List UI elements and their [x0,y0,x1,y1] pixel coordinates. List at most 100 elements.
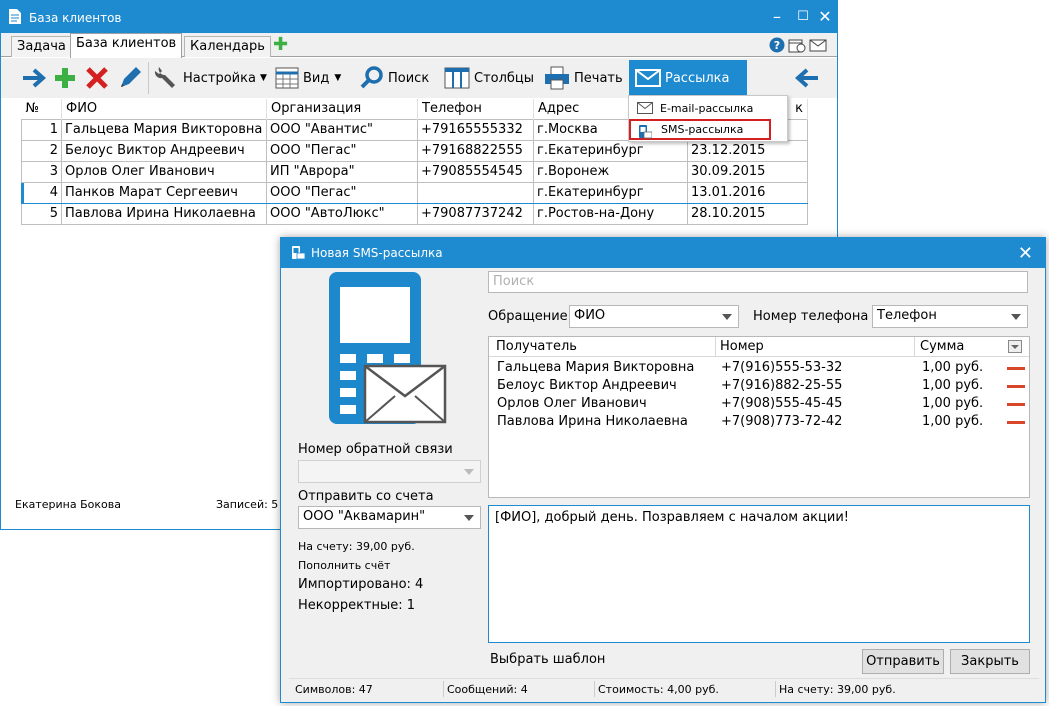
column-header[interactable]: Телефон [417,99,534,119]
mail-icon[interactable] [809,37,827,53]
list-item[interactable]: Гальцева Мария Викторовна +7(916)555-53-… [489,360,1029,378]
phone-number-label: Номер телефона [753,309,869,324]
cell-phone: +79085554545 [417,160,534,183]
settings-button[interactable]: Настройка ▼ [153,60,267,96]
delete-x-icon [86,67,108,89]
cell-address: г.Ростов-на-Дону [533,202,688,225]
columns-label: Столбцы [474,70,535,86]
send-from-value: ООО "Аквамарин" [303,509,426,524]
remove-icon[interactable] [1007,421,1025,424]
table-row-selected[interactable]: 4 Панков Марат Сергеевич ООО "Пегас" г.Е… [21,181,808,204]
column-header[interactable]: ФИО [61,99,267,119]
search-label: Поиск [388,70,430,86]
search-input[interactable]: Поиск [488,271,1028,293]
calendar-clock-icon[interactable] [788,37,806,53]
tab-calendar[interactable]: Календарь [184,36,271,57]
recipient-name: Гальцева Мария Викторовна [497,360,695,375]
remove-icon[interactable] [1007,385,1025,388]
table-row[interactable]: 5 Павлова Ирина Николаевна ООО "АвтоЛюкс… [21,202,808,225]
cell-date: 28.10.2015 [687,202,808,225]
salutation-select[interactable]: ФИО [569,305,739,328]
table-row[interactable]: 3 Орлов Олег Иванович ИП "Аврора" +79085… [21,160,808,183]
recipient-number: +7(916)882-25-55 [721,378,843,393]
arrow-left-icon [794,68,818,88]
edit-button[interactable] [117,60,147,96]
sms-phone-icon [292,246,305,260]
sms-mailing-dialog: Новая SMS-рассылка ✕ Номер обратной связ… [280,237,1046,703]
main-titlebar: База клиентов – ☐ ✕ [1,1,837,33]
send-button[interactable]: Отправить [862,649,944,674]
close-icon[interactable]: ✕ [813,6,837,28]
dialog-title: Новая SMS-рассылка [311,246,443,260]
list-item[interactable]: Орлов Олег Иванович +7(908)555-45-45 1,0… [489,396,1029,414]
toolbar-separator [148,62,149,94]
remove-icon[interactable] [1007,403,1025,406]
envelope-icon [637,102,653,114]
mailing-button[interactable]: Рассылка [629,60,747,96]
recipient-number: +7(908)773-72-42 [721,414,843,429]
maximize-icon[interactable]: ☐ [791,6,815,28]
columns-button[interactable]: Столбцы [444,60,534,96]
remove-icon[interactable] [1007,367,1025,370]
plus-icon [55,68,75,88]
grid-view-icon [275,67,299,89]
status-records: Записей: 5 [216,498,279,511]
recipient-sum: 1,00 руб. [922,414,984,429]
add-tab-icon[interactable]: ✚ [273,35,288,55]
send-from-select[interactable]: ООО "Аквамарин" [298,506,481,529]
tab-task[interactable]: Задача [11,36,72,57]
row-selection-marker [21,183,24,203]
forward-button[interactable] [21,60,51,96]
menu-item-sms[interactable]: SMS-рассылка [629,119,771,140]
search-button[interactable]: Поиск [360,60,429,96]
minimize-icon[interactable]: – [765,6,789,28]
tab-clients[interactable]: База клиентов [70,33,183,58]
printer-icon [545,66,569,90]
cell-address: г.Воронеж [533,160,688,183]
column-chooser-icon[interactable] [1008,340,1022,353]
arrow-right-icon [23,68,47,88]
imported-count: Импортировано: 4 [298,577,424,592]
column-header-sum[interactable]: Сумма [920,339,964,354]
close-button[interactable]: Закрыть [950,649,1030,674]
recipient-name: Белоус Виктор Андреевич [497,378,677,393]
phone-column-select[interactable]: Телефон [872,305,1028,328]
callback-number-select[interactable] [298,460,481,483]
cell-number: 2 [21,139,62,162]
view-button[interactable]: Вид ▼ [275,60,341,96]
recipient-name: Орлов Олег Иванович [497,396,647,411]
list-item[interactable]: Белоус Виктор Андреевич +7(916)882-25-55… [489,378,1029,396]
chevron-down-icon [1011,314,1021,320]
cell-phone: +79087737242 [417,202,534,225]
list-item[interactable]: Павлова Ирина Николаевна +7(908)773-72-4… [489,414,1029,432]
cell-date: 30.09.2015 [687,160,808,183]
column-header[interactable]: № [21,99,62,119]
close-icon[interactable]: ✕ [1018,243,1033,264]
cell-fio: Орлов Олег Иванович [61,160,267,183]
phone-envelope-icon [329,272,447,424]
delete-button[interactable] [85,60,113,96]
status-chars: Символов: 47 [295,683,373,696]
help-icon[interactable]: ? [769,37,785,53]
menu-item-email[interactable]: E-mail-рассылка [630,98,786,119]
callback-label: Номер обратной связи [298,442,453,457]
status-divider [443,681,444,697]
print-button[interactable]: Печать [544,60,623,96]
recipient-sum: 1,00 руб. [922,396,984,411]
table-row[interactable]: 2 Белоус Виктор Андреевич ООО "Пегас" +7… [21,139,808,162]
pencil-icon [121,67,141,87]
back-button[interactable] [794,60,824,96]
cell-number: 4 [21,181,62,204]
chevron-down-icon [722,314,732,320]
choose-template-link[interactable]: Выбрать шаблон [490,652,605,667]
cell-date: 23.12.2015 [687,139,808,162]
column-header-recipient[interactable]: Получатель [496,339,577,354]
column-header[interactable]: Организация [266,99,418,119]
add-button[interactable] [53,60,81,96]
column-header-number[interactable]: Номер [720,339,764,354]
message-textarea[interactable]: [ФИО], добрый день. Позравляем с началом… [488,505,1030,643]
cell-date: 13.01.2016 [687,181,808,204]
cell-fio: Панков Марат Сергеевич [61,181,267,204]
topup-link[interactable]: Пополнить счёт [298,559,390,572]
settings-label: Настройка [183,70,256,86]
